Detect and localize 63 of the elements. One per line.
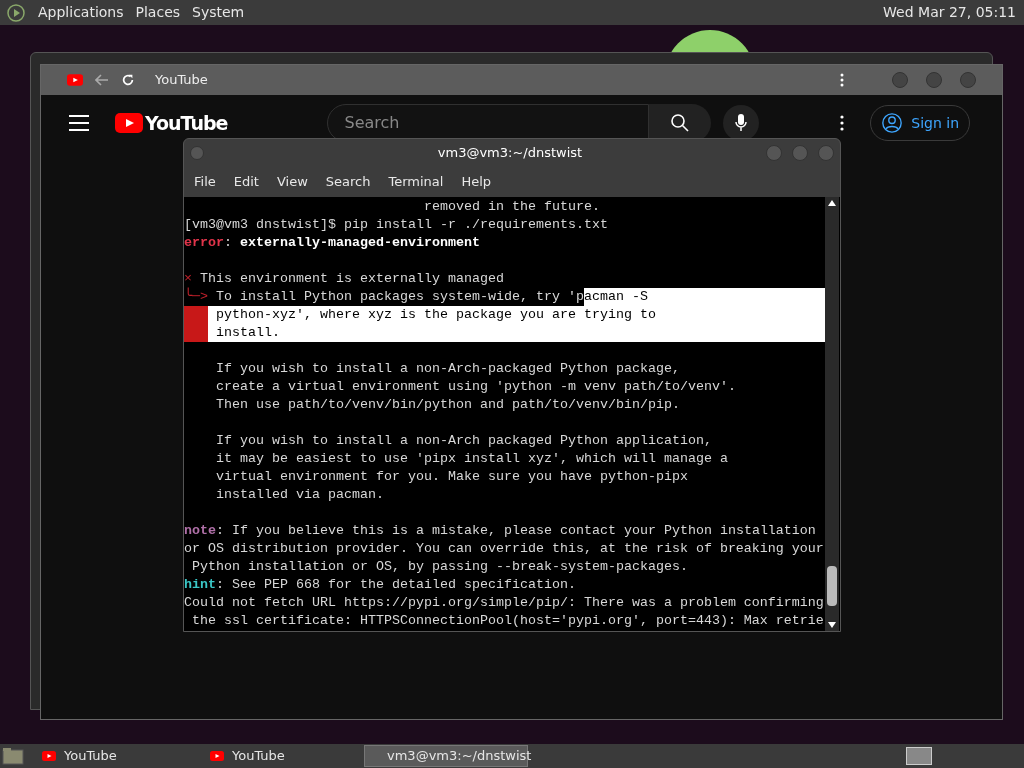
terminal-text: : If you believe this is a mistake, please contact your Python installation	[216, 522, 816, 540]
terminal-text: ╰─>	[184, 288, 209, 306]
clock: Wed Mar 27, 05:11	[883, 3, 1016, 22]
user-icon	[881, 112, 904, 134]
workspace-icon[interactable]	[906, 747, 932, 765]
terminal-text: : See PEP 668 for the detailed specification.	[216, 576, 576, 594]
scrollbar-thumb[interactable]	[827, 566, 837, 606]
menu-item[interactable]: Terminal	[388, 172, 444, 192]
terminal-text: error	[184, 234, 224, 252]
video-logo-icon	[42, 751, 56, 761]
terminal-text: Then use path/to/venv/bin/python and path/to/venv/bin/pip.	[215, 396, 680, 414]
scroll-up-icon[interactable]	[828, 200, 836, 206]
back-icon[interactable]	[95, 74, 109, 86]
page-title: YouTube	[155, 71, 208, 90]
window-control-icon[interactable]	[926, 72, 942, 88]
microphone-icon	[735, 114, 748, 132]
terminal-text: Could not fetch URL https://pypi.org/simple/pip/: There was a problem confirming	[184, 594, 824, 612]
terminal-text: or OS distribution provider. You can override this, at the risk of breaking your	[184, 540, 824, 558]
video-logo-icon	[210, 751, 224, 761]
terminal-text: If you wish to install a non-Arch packaged Python application,	[215, 432, 712, 450]
selected-text: python-xyz', where xyz is the package you are trying to	[216, 306, 825, 324]
voice-search-button[interactable]	[723, 105, 760, 141]
menu-logo-icon	[6, 2, 26, 23]
panel-menu[interactable]: Places	[135, 2, 181, 23]
terminal-text: [vm3@vm3 dnstwist]$ pip install -r ./requirements.txt	[184, 216, 608, 234]
terminal-text: :	[224, 234, 233, 252]
menu-item[interactable]: Edit	[233, 172, 259, 192]
selected-text: acman -S	[583, 288, 825, 306]
terminal-text: note	[184, 522, 216, 540]
terminal-text: the ssl certificate: HTTPSConnectionPool(host='pypi.org', port=443): Max retrie	[191, 612, 824, 630]
terminal-text: Python installation or OS, by passing --break-system-packages.	[191, 558, 688, 576]
terminal-text: This environment is externally managed	[199, 270, 504, 287]
search-icon	[670, 113, 691, 133]
terminal-text: ×	[184, 270, 192, 287]
terminal-text: To install Python packages system-wide, try 'p	[215, 288, 584, 306]
more-icon[interactable]	[840, 73, 844, 87]
terminal-text: create a virtual environment using 'python -m venv path/to/venv'.	[215, 378, 736, 396]
terminal-text: installed via pacman.	[215, 486, 384, 504]
terminal-text: virtual environment for you. Make sure you have python-pipx	[215, 468, 688, 486]
window-control-icon[interactable]	[892, 72, 908, 88]
menu-icon[interactable]	[69, 115, 89, 131]
more-icon[interactable]	[840, 115, 845, 131]
desktop-icon[interactable]	[2, 747, 24, 765]
menu-item[interactable]: File	[194, 172, 216, 192]
terminal-text: hint	[184, 576, 216, 594]
menu-item[interactable]: Help	[461, 172, 492, 192]
terminal-text: it may be easiest to use 'pipx install xyz', which will manage a	[215, 450, 728, 468]
terminal-text: removed in the future.	[422, 198, 600, 216]
panel-menu[interactable]: Applications	[38, 2, 124, 23]
panel-menu[interactable]: System	[192, 2, 245, 23]
scroll-down-icon[interactable]	[828, 622, 836, 628]
menu-item[interactable]: Search	[325, 172, 371, 192]
menu-item[interactable]: View	[276, 172, 308, 192]
reload-icon[interactable]	[121, 73, 135, 87]
window-control-icon[interactable]	[960, 72, 976, 88]
video-logo-icon	[115, 113, 143, 133]
scrollbar[interactable]	[825, 197, 839, 631]
window-title: vm3@vm3:~/dnstwist	[437, 144, 583, 163]
selected-text: install.	[216, 324, 825, 342]
terminal-text: If you wish to install a non-Arch-packaged Python package,	[215, 360, 680, 378]
terminal-text: externally-managed-environment	[240, 234, 480, 252]
video-logo-icon	[67, 74, 83, 86]
logo-text[interactable]: YouTube	[145, 108, 228, 138]
